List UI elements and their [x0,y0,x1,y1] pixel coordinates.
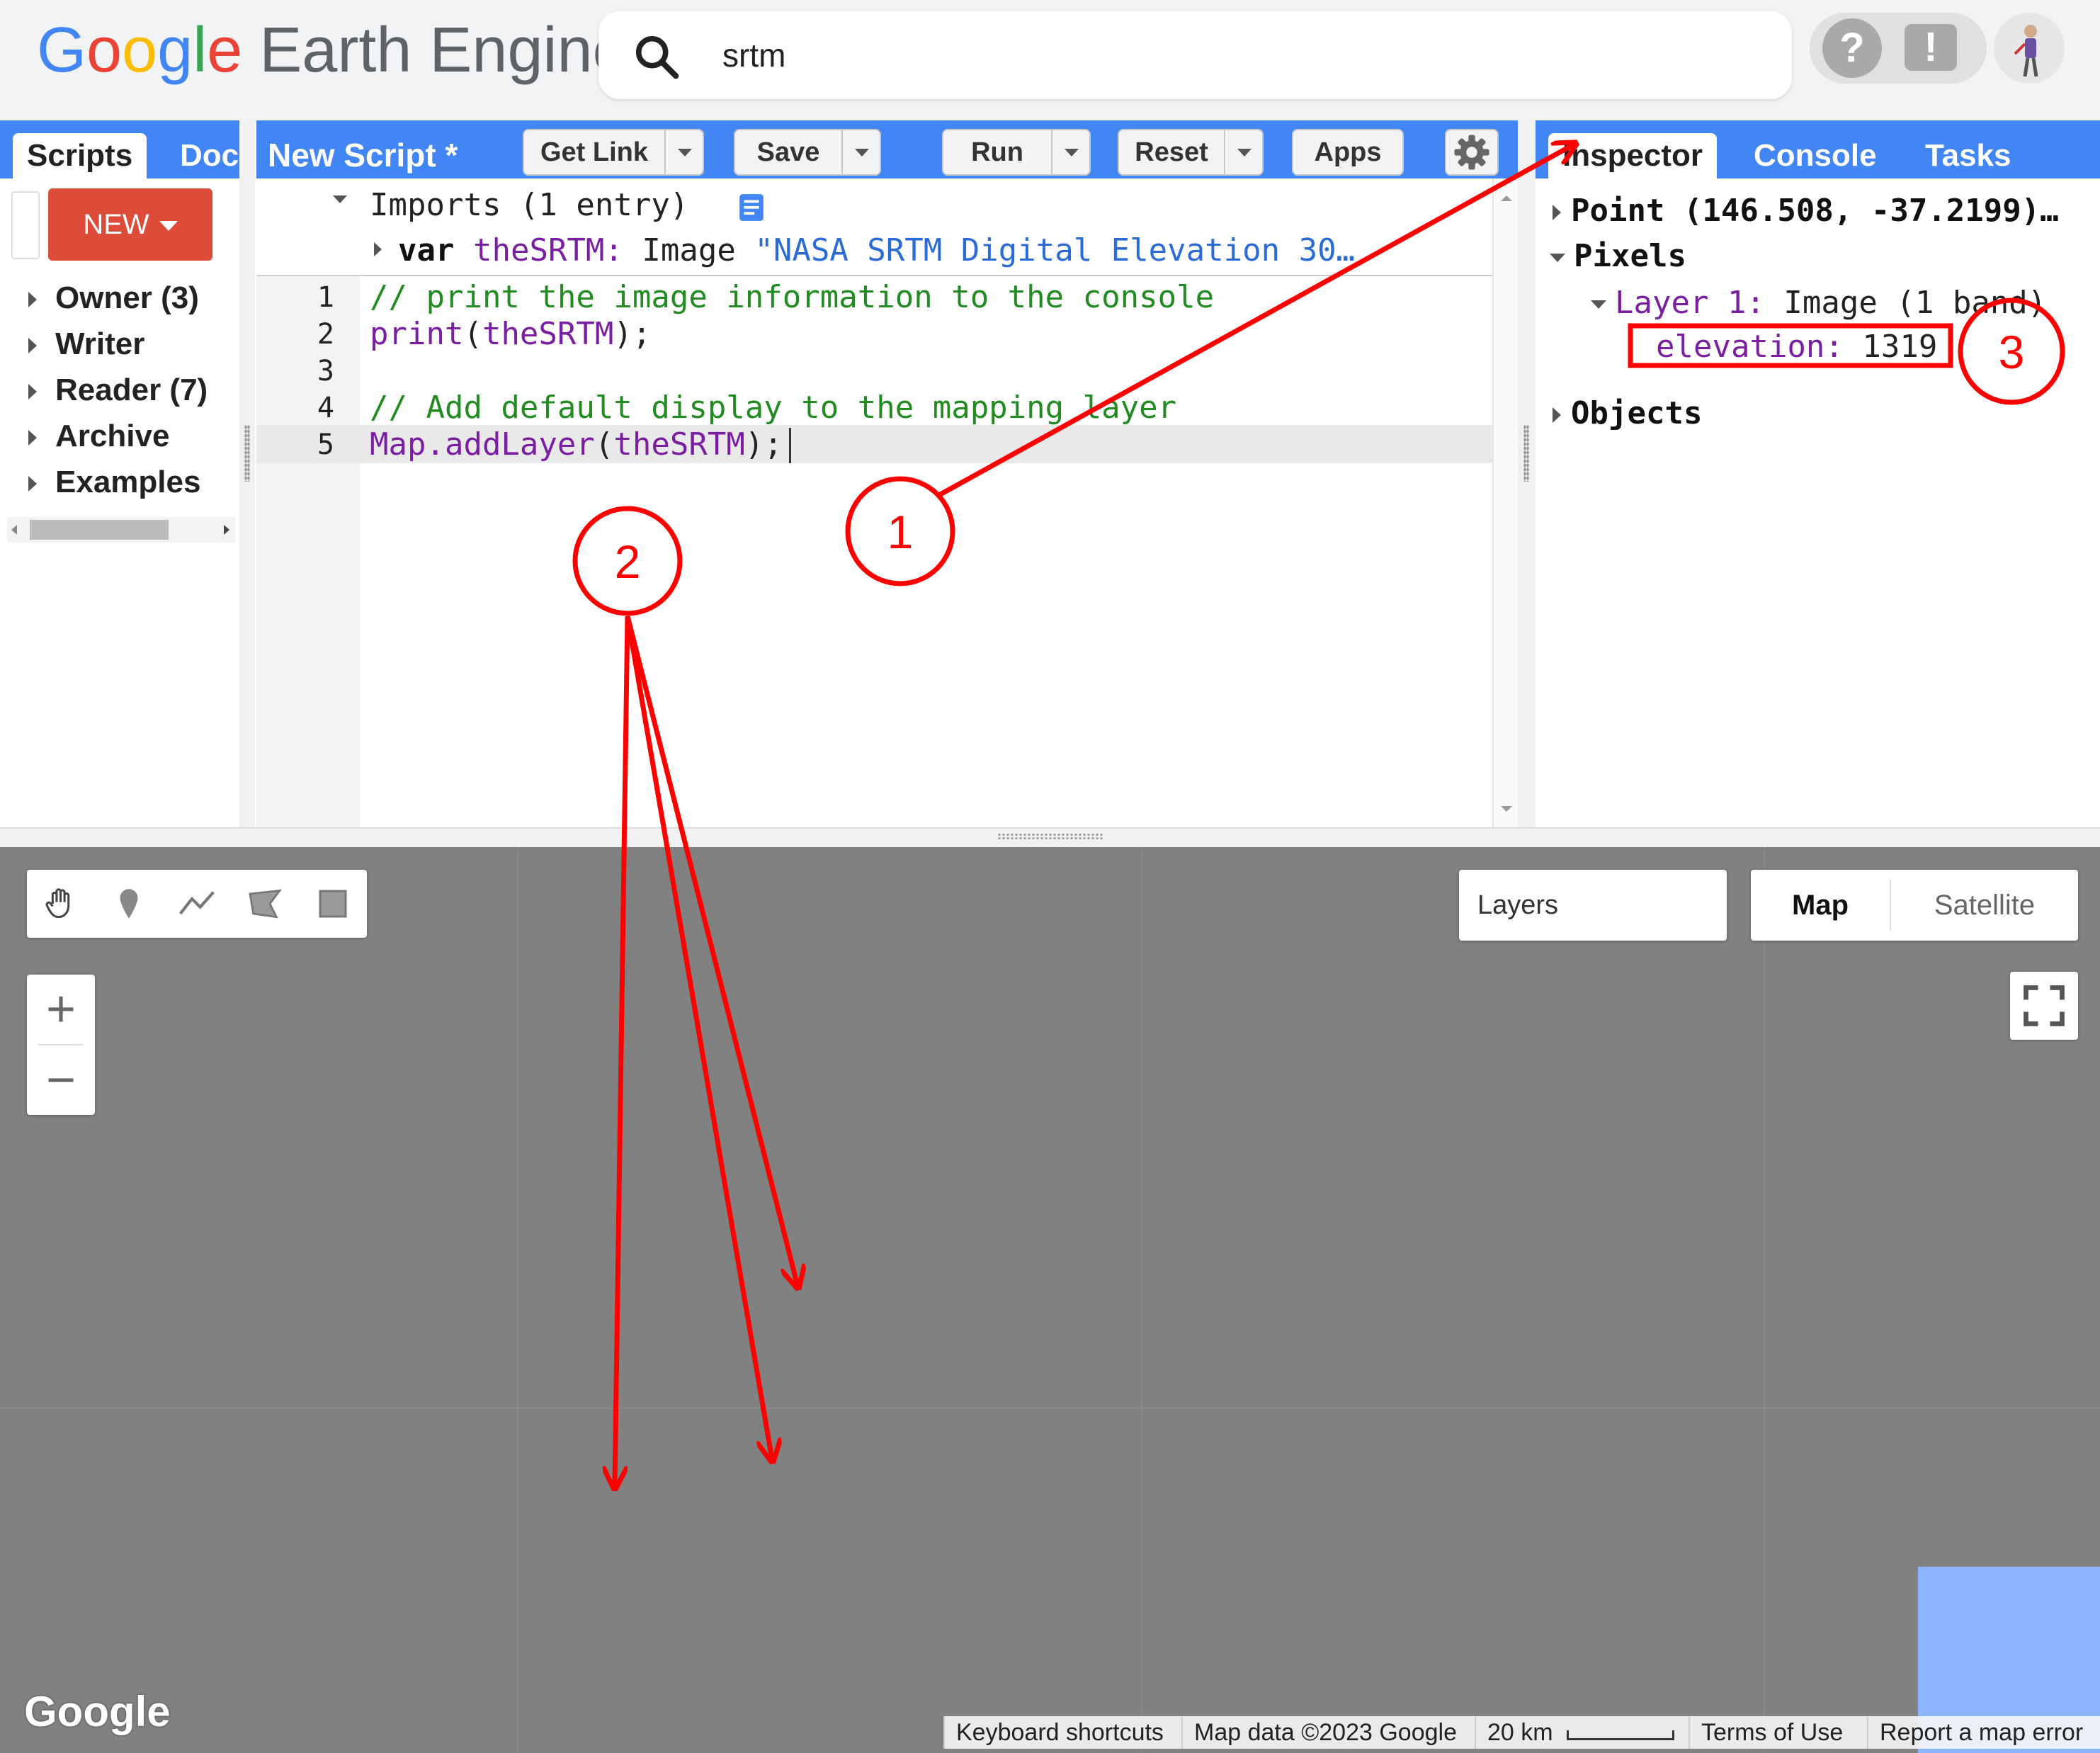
annotation-label-3: 3 [1999,326,2025,378]
annotation-label-1: 1 [887,506,914,558]
annotation-highlight-box [1628,323,1953,368]
annotation-arrow-1 [936,144,1574,499]
annotation-arrow-2c [615,615,630,1486]
annotation-arrow-2b [625,615,772,1459]
annotation-arrow-2a [625,615,798,1286]
annotation-overlay: 1 2 3 [572,0,2065,1753]
annotation-label-2: 2 [615,535,641,588]
